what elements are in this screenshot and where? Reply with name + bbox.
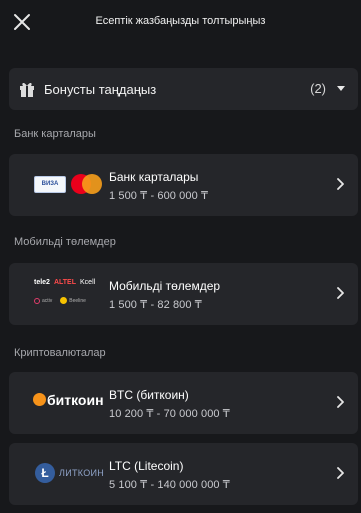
method-name: Мобильді төлемдер bbox=[109, 279, 221, 293]
mobile-operators-logo: tele2 ALTEL Kcell activ Beeline bbox=[19, 263, 107, 325]
chevron-right-icon bbox=[337, 396, 344, 408]
litecoin-logo: Ł ЛИТКОИН bbox=[19, 443, 107, 505]
section-title-bank: Банк карталары bbox=[14, 128, 96, 140]
caret-down-icon bbox=[337, 86, 345, 91]
header: Есептік жазбаңызды толтырыңыз bbox=[0, 0, 361, 48]
altel-logo: ALTEL bbox=[53, 279, 77, 286]
chevron-right-icon bbox=[337, 178, 344, 190]
bank-card-logo: ВИЗА bbox=[19, 154, 107, 216]
method-range: 1 500 ₸ - 600 000 ₸ bbox=[109, 190, 209, 202]
visa-card-icon: ВИЗА bbox=[34, 176, 66, 193]
section-title-crypto: Криптовалюталар bbox=[14, 347, 106, 359]
bitcoin-logo-text: биткоин bbox=[47, 392, 104, 408]
mastercard-icon-part bbox=[82, 174, 102, 194]
payment-method-bank-card[interactable]: ВИЗА Банк карталары 1 500 ₸ - 600 000 ₸ bbox=[9, 154, 358, 216]
bonus-count: (2) bbox=[310, 81, 326, 96]
bonus-label: Бонусты таңдаңыз bbox=[44, 82, 157, 97]
method-name: BTC (биткоин) bbox=[109, 388, 189, 402]
payment-method-btc[interactable]: биткоин BTC (биткоин) 10 200 ₸ - 70 000 … bbox=[9, 372, 358, 434]
bitcoin-logo: биткоин bbox=[19, 372, 107, 434]
gift-icon bbox=[20, 82, 34, 97]
activ-icon bbox=[34, 297, 40, 304]
payment-method-ltc[interactable]: Ł ЛИТКОИН LTC (Litecoin) 5 100 ₸ - 140 00… bbox=[9, 443, 358, 505]
tele2-logo: tele2 bbox=[34, 279, 50, 286]
chevron-right-icon bbox=[337, 287, 344, 299]
bonus-select[interactable]: Бонусты таңдаңыз (2) bbox=[9, 68, 358, 110]
chevron-right-icon bbox=[337, 467, 344, 479]
page-title: Есептік жазбаңызды толтырыңыз bbox=[95, 15, 266, 27]
method-range: 5 100 ₸ - 140 000 000 ₸ bbox=[109, 479, 230, 491]
method-range: 1 500 ₸ - 82 800 ₸ bbox=[109, 299, 202, 311]
activ-logo: activ bbox=[42, 297, 53, 304]
litecoin-icon: Ł bbox=[35, 463, 55, 483]
method-name: LTC (Litecoin) bbox=[109, 459, 184, 473]
kcell-logo: Kcell bbox=[80, 279, 96, 286]
beeline-icon bbox=[60, 297, 68, 304]
method-range: 10 200 ₸ - 70 000 000 ₸ bbox=[109, 408, 230, 420]
beeline-logo: Beeline bbox=[69, 297, 86, 304]
section-title-mobile: Мобильді төлемдер bbox=[14, 236, 116, 248]
method-name: Банк карталары bbox=[109, 170, 199, 184]
bitcoin-icon bbox=[33, 393, 46, 406]
payment-method-mobile[interactable]: tele2 ALTEL Kcell activ Beeline Мобильді тө… bbox=[9, 263, 358, 325]
litecoin-logo-text: ЛИТКОИН bbox=[59, 468, 105, 478]
